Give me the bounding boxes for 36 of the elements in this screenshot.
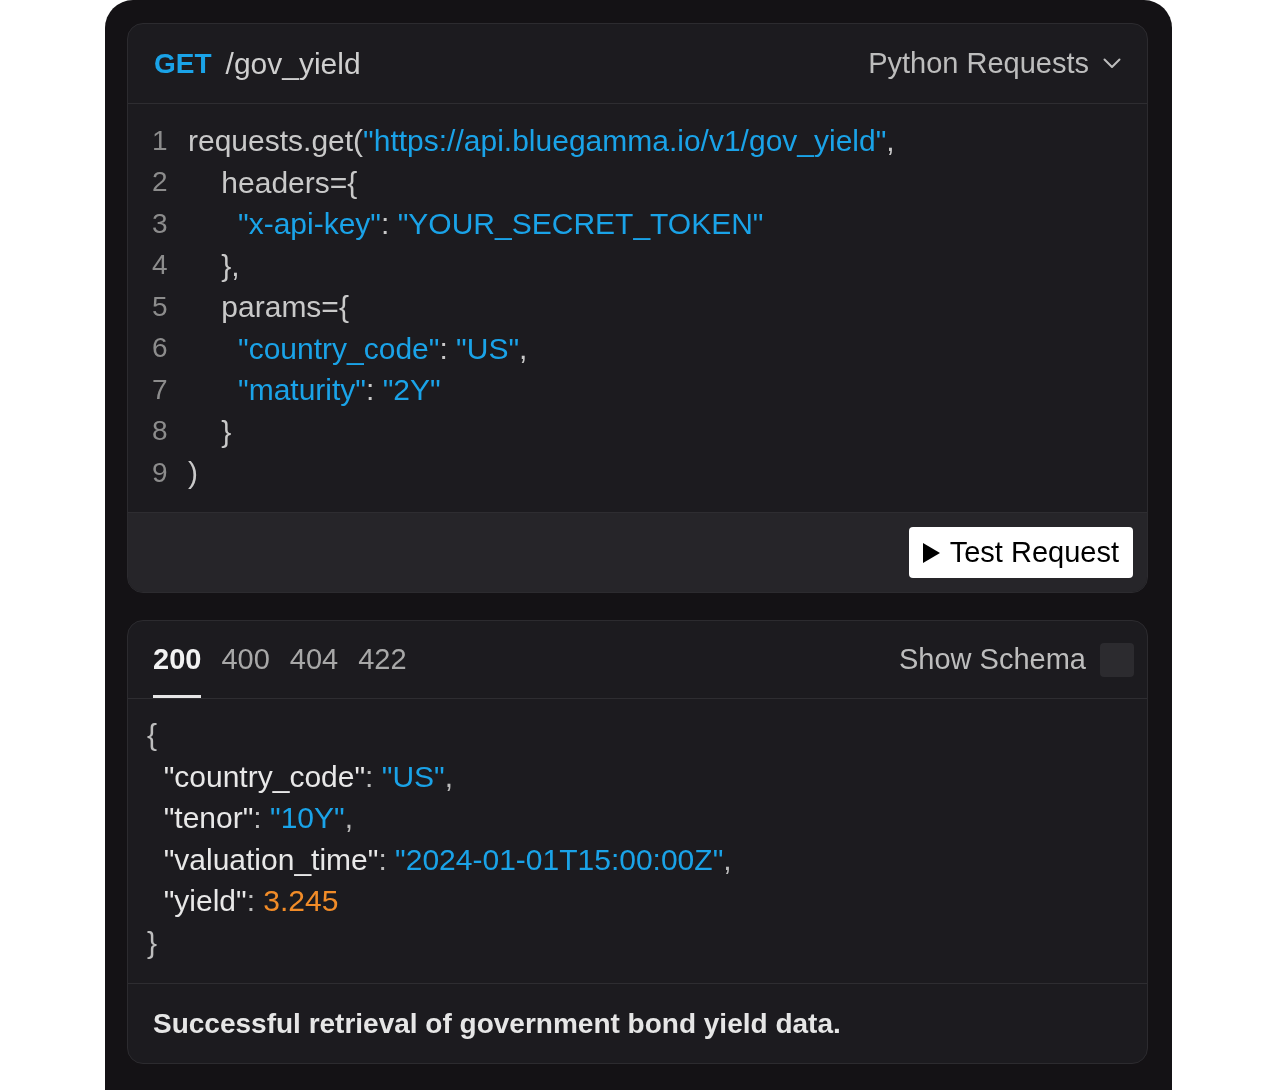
json-line: } (147, 924, 158, 961)
line-number: 5 (151, 289, 169, 324)
line-number: 6 (151, 331, 169, 366)
json-line: "country_code": "US", (162, 758, 454, 795)
code-line: }, (220, 247, 240, 284)
json-line: "tenor": "10Y", (162, 800, 354, 837)
chevron-down-icon (1103, 58, 1121, 69)
response-description: Successful retrieval of government bond yield data. (153, 1006, 841, 1041)
line-number: 1 (151, 123, 169, 158)
json-line: "valuation_time": "2024-01-01T15:00:00Z", (162, 841, 732, 878)
code-line: "x-api-key": "YOUR_SECRET_TOKEN" (237, 206, 764, 243)
play-icon (922, 542, 940, 563)
code-line: headers={ (220, 164, 358, 201)
status-code-tab[interactable]: 404 (289, 621, 339, 698)
code-line: requests.get("https://api.bluegamma.io/v1/gov_yield", (188, 123, 895, 160)
line-number: 3 (151, 206, 169, 241)
line-number: 7 (151, 372, 169, 407)
line-number: 9 (151, 455, 169, 490)
http-method: GET (154, 46, 212, 81)
code-line: "maturity": "2Y" (237, 372, 441, 409)
line-number: 8 (151, 414, 169, 449)
line-number: 4 (151, 248, 169, 283)
status-code-tab[interactable]: 200 (153, 621, 202, 698)
status-code-tab[interactable]: 422 (358, 621, 407, 698)
language-dropdown[interactable]: Python Requests (868, 41, 1121, 86)
code-line: params={ (220, 289, 349, 326)
line-number: 2 (151, 165, 169, 200)
code-line: ) (188, 455, 198, 492)
json-line: { (147, 717, 158, 754)
status-code-tab[interactable]: 400 (221, 621, 270, 698)
code-line: "country_code": "US", (237, 330, 528, 367)
code-line: } (220, 413, 232, 450)
json-line: "yield": 3.245 (162, 883, 339, 920)
show-schema-label: Show Schema (899, 641, 1086, 677)
endpoint-path: /gov_yield (225, 46, 361, 82)
test-request-button[interactable]: Test Request (908, 527, 1133, 578)
